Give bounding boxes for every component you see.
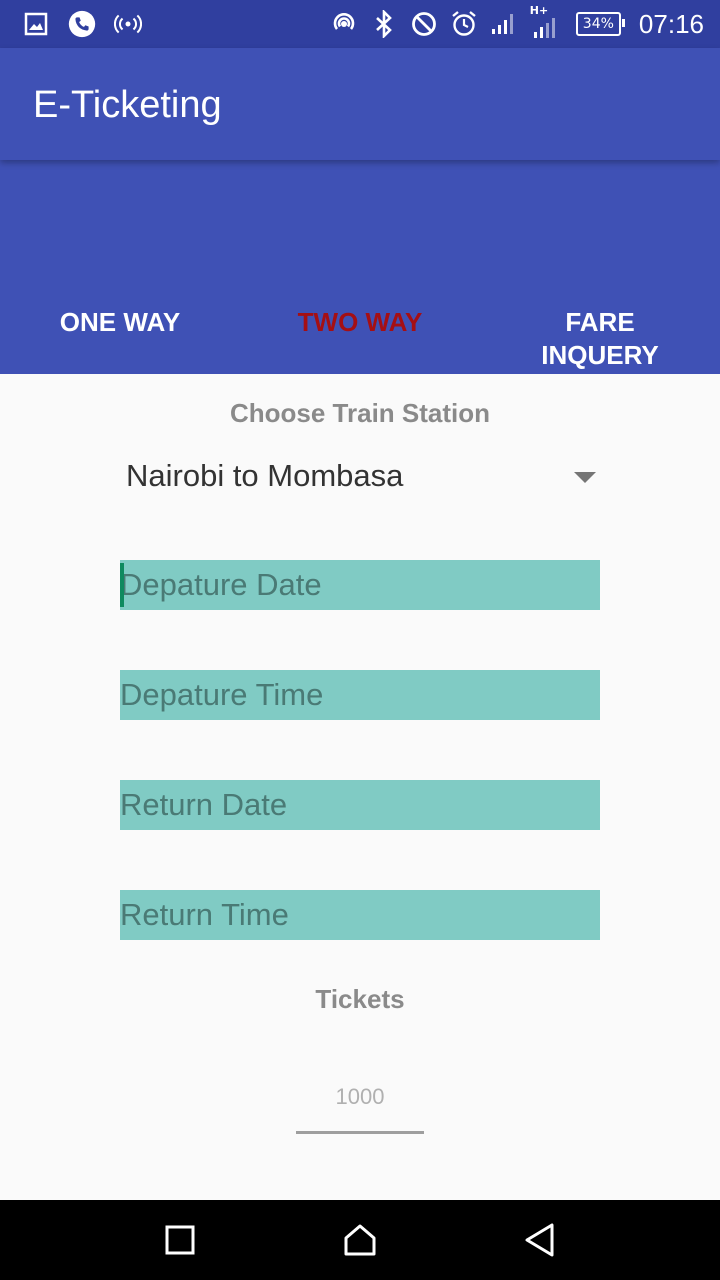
tickets-value: 1000 bbox=[335, 1084, 385, 1109]
departure-time-field[interactable] bbox=[120, 670, 600, 720]
text-cursor bbox=[120, 563, 124, 607]
recent-apps-icon[interactable] bbox=[160, 1220, 200, 1260]
return-date-field[interactable] bbox=[120, 780, 600, 830]
departure-date-field[interactable] bbox=[120, 560, 600, 610]
station-dropdown[interactable]: Nairobi to Mombasa bbox=[120, 444, 600, 508]
app-title: E-Ticketing bbox=[33, 84, 222, 126]
app-bar: E-Ticketing bbox=[0, 48, 720, 160]
station-selected-value: Nairobi to Mombasa bbox=[126, 458, 404, 493]
tickets-label: Tickets bbox=[315, 984, 405, 1014]
return-time-input[interactable] bbox=[120, 890, 600, 940]
dropdown-arrow-icon bbox=[574, 472, 596, 483]
tab-two-way[interactable]: TWO WAY bbox=[240, 306, 480, 339]
departure-date-input[interactable] bbox=[120, 560, 600, 610]
battery-indicator: 34% bbox=[575, 12, 626, 36]
network-type-label: H+ bbox=[529, 4, 549, 17]
navigation-bar bbox=[0, 1200, 720, 1280]
nfc-icon bbox=[330, 10, 358, 38]
status-time: 07:16 bbox=[638, 8, 704, 39]
signal-icon bbox=[490, 10, 518, 38]
tab-bar: ONE WAY TWO WAY FARE INQUERY bbox=[0, 160, 720, 374]
network-icon: H+ bbox=[530, 4, 564, 38]
alarm-icon bbox=[450, 10, 478, 38]
phone-icon bbox=[68, 10, 96, 38]
hotspot-icon bbox=[114, 10, 142, 38]
tickets-input[interactable]: 1000 bbox=[296, 1074, 424, 1134]
two-way-form: Choose Train Station Nairobi to Mombasa … bbox=[0, 374, 720, 1200]
tab-fare-inquery[interactable]: FARE INQUERY bbox=[480, 306, 720, 372]
tab-one-way[interactable]: ONE WAY bbox=[0, 306, 240, 339]
station-label: Choose Train Station bbox=[229, 398, 491, 428]
dnd-icon bbox=[410, 10, 438, 38]
home-icon[interactable] bbox=[340, 1220, 380, 1260]
bluetooth-icon bbox=[370, 10, 398, 38]
status-bar: H+ 34% 07:16 bbox=[0, 0, 720, 48]
back-icon[interactable] bbox=[520, 1220, 560, 1260]
return-time-field[interactable] bbox=[120, 890, 600, 940]
return-date-input[interactable] bbox=[120, 780, 600, 830]
departure-time-input[interactable] bbox=[120, 670, 600, 720]
tickets-underline bbox=[296, 1131, 424, 1134]
image-icon bbox=[22, 10, 50, 38]
